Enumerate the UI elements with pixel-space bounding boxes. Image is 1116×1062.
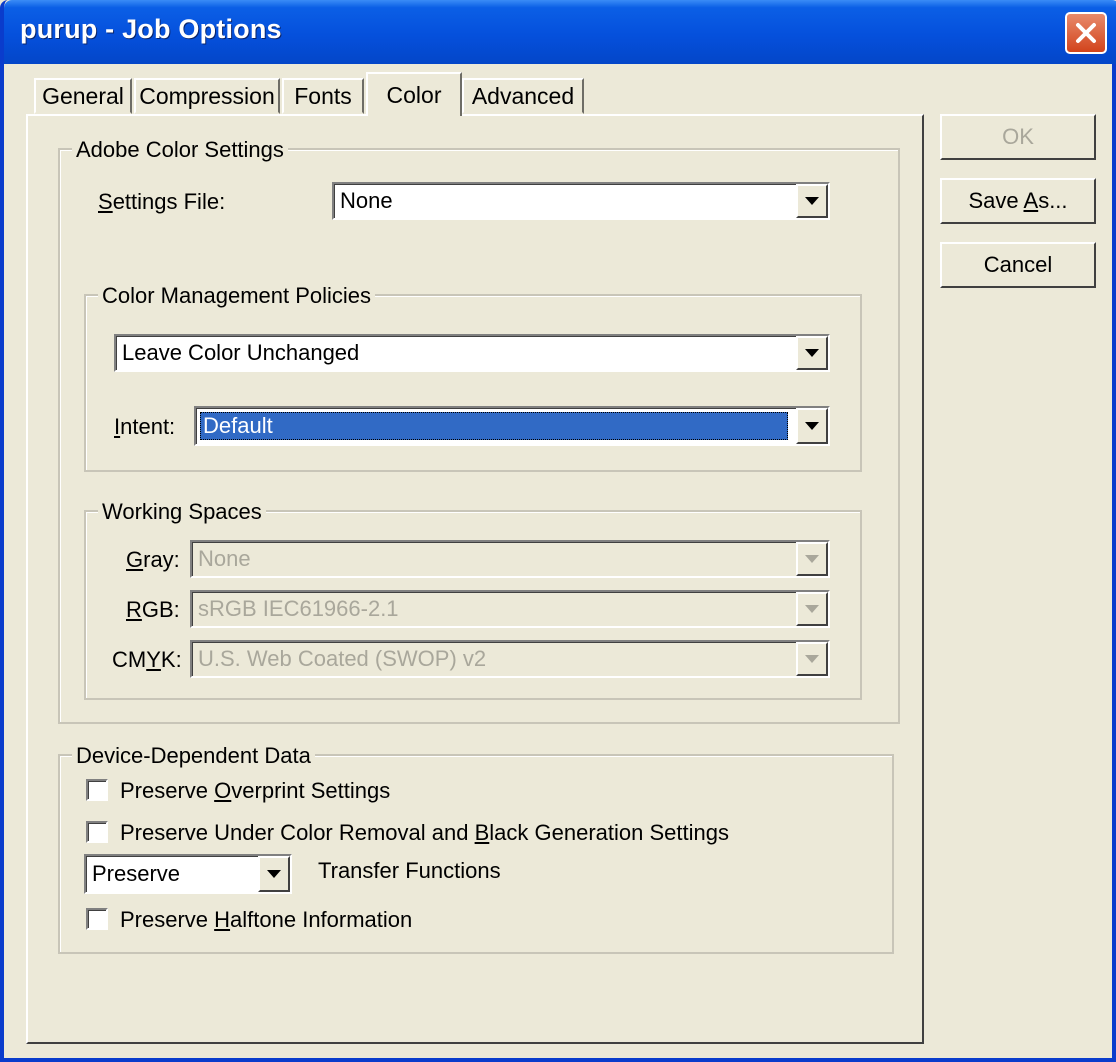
intent-label: Intent:	[114, 414, 176, 439]
preserve-overprint-label[interactable]: Preserve Overprint Settings	[120, 778, 390, 804]
preserve-ucr-label[interactable]: Preserve Under Color Removal and Black G…	[120, 820, 729, 846]
preserve-overprint-checkbox[interactable]	[86, 779, 108, 801]
cancel-button[interactable]: Cancel	[940, 242, 1096, 288]
device-dependent-data-legend: Device-Dependent Data	[72, 743, 315, 769]
chevron-down-icon[interactable]	[796, 336, 828, 370]
chevron-down-icon[interactable]	[796, 642, 828, 676]
gray-space-select[interactable]: None	[190, 540, 830, 578]
tab-fonts[interactable]: Fonts	[282, 78, 364, 114]
close-button[interactable]	[1065, 12, 1107, 54]
title-bar[interactable]: purup - Job Options	[4, 0, 1116, 64]
settings-file-select[interactable]: None	[332, 182, 830, 220]
settings-file-label: Settings File:	[98, 189, 226, 214]
tab-general[interactable]: General	[34, 78, 132, 114]
chevron-down-icon[interactable]	[258, 856, 290, 892]
ok-button[interactable]: OK	[940, 114, 1096, 160]
chevron-down-icon[interactable]	[796, 592, 828, 626]
rgb-space-select[interactable]: sRGB IEC61966-2.1	[190, 590, 830, 628]
transfer-functions-label: Transfer Functions	[318, 858, 501, 883]
adobe-color-settings-legend: Adobe Color Settings	[72, 137, 288, 163]
tab-compression[interactable]: Compression	[134, 78, 280, 114]
tab-color[interactable]: Color	[366, 72, 462, 116]
policy-select[interactable]: Leave Color Unchanged	[114, 334, 830, 372]
rgb-label: RGB:	[126, 597, 180, 622]
transfer-functions-select[interactable]: Preserve	[84, 854, 292, 894]
close-icon	[1076, 23, 1096, 43]
chevron-down-icon[interactable]	[796, 542, 828, 576]
color-management-policies-legend: Color Management Policies	[98, 283, 376, 309]
preserve-halftone-label[interactable]: Preserve Halftone Information	[120, 907, 412, 933]
save-as-button[interactable]: Save As...	[940, 178, 1096, 224]
job-options-dialog: purup - Job Options General Compression …	[0, 0, 1116, 1062]
tab-advanced[interactable]: Advanced	[462, 78, 584, 114]
preserve-ucr-checkbox[interactable]	[86, 821, 108, 843]
window-title: purup - Job Options	[20, 14, 282, 44]
intent-select[interactable]: Default	[194, 406, 830, 446]
cmyk-space-select[interactable]: U.S. Web Coated (SWOP) v2	[190, 640, 830, 678]
preserve-halftone-checkbox[interactable]	[86, 908, 108, 930]
cmyk-label: CMYK:	[112, 647, 182, 672]
working-spaces-legend: Working Spaces	[98, 499, 266, 525]
gray-label: Gray:	[126, 547, 180, 572]
chevron-down-icon[interactable]	[796, 184, 828, 218]
chevron-down-icon[interactable]	[796, 408, 828, 444]
